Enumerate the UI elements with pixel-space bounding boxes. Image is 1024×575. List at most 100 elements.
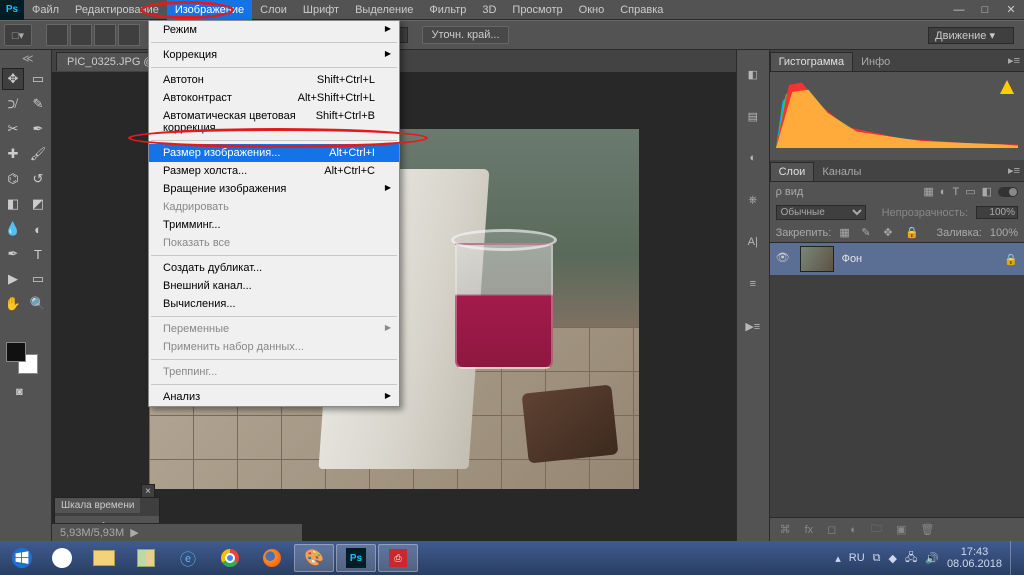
blend-mode-select[interactable]: Обычные [776, 205, 866, 220]
layer-mask-icon[interactable]: ◻ [827, 523, 836, 536]
filter-toggle[interactable] [998, 187, 1018, 197]
pen-tool[interactable]: ✒ [2, 243, 24, 265]
menu-item[interactable]: Анализ▶ [149, 388, 399, 406]
menu-просмотр[interactable]: Просмотр [504, 0, 570, 20]
filter-adjust-icon[interactable]: ◐ [940, 186, 947, 198]
menu-фильтр[interactable]: Фильтр [421, 0, 474, 20]
menu-item[interactable]: Тримминг... [149, 216, 399, 234]
gradient-tool[interactable]: ◩ [27, 193, 49, 215]
taskbar-paint-icon[interactable]: 🎨 [294, 544, 334, 572]
selection-subtract[interactable] [94, 24, 116, 46]
tray-expand-icon[interactable]: ▴ [835, 552, 841, 565]
taskbar-totalcmd-icon[interactable] [126, 544, 166, 572]
taskbar-ie-icon[interactable]: ⓔ [168, 544, 208, 572]
menu-item[interactable]: Автоматическая цветовая коррекцияShift+C… [149, 107, 399, 137]
taskbar-faststone-icon[interactable]: ⎙ [378, 544, 418, 572]
refine-edge-button[interactable]: Уточн. край... [422, 26, 508, 44]
tab-channels[interactable]: Каналы [814, 163, 869, 181]
eraser-tool[interactable]: ◧ [2, 193, 24, 215]
lang-indicator[interactable]: RU [849, 552, 865, 564]
character-panel-icon[interactable]: A| [743, 232, 763, 252]
close-button[interactable]: ✕ [998, 0, 1024, 20]
filter-kind-icon[interactable]: ρ вид [776, 186, 804, 198]
menu-item[interactable]: Коррекция▶ [149, 46, 399, 64]
stamp-tool[interactable]: ⌬ [2, 168, 24, 190]
delete-layer-icon[interactable]: 🗑 [920, 523, 934, 536]
menu-изображение[interactable]: Изображение [167, 0, 252, 20]
visibility-icon[interactable]: 👁 [776, 251, 792, 267]
menu-item[interactable]: Размер изображения...Alt+Ctrl+I [149, 144, 399, 162]
panel-menu-icon[interactable]: ▸≡ [1008, 164, 1020, 177]
taskbar-firefox-icon[interactable] [252, 544, 292, 572]
actions-panel-icon[interactable]: ▶≡ [743, 316, 763, 336]
dodge-tool[interactable]: ◐ [27, 218, 49, 240]
menu-item[interactable]: Режим▶ [149, 21, 399, 39]
move-tool[interactable]: ✥ [2, 68, 24, 90]
minimize-button[interactable]: — [946, 0, 972, 20]
menu-item[interactable]: АвтоконтрастAlt+Shift+Ctrl+L [149, 89, 399, 107]
shape-tool[interactable]: ▭ [27, 268, 49, 290]
opacity-value[interactable]: 100% [976, 206, 1018, 219]
taskbar-explorer-icon[interactable] [84, 544, 124, 572]
styles-panel-icon[interactable]: ⎈ [743, 190, 763, 210]
new-fill-icon[interactable]: ◐ [850, 524, 857, 536]
status-arrow-icon[interactable]: ▶ [130, 526, 138, 539]
taskbar-clock[interactable]: 17:43 08.06.2018 [947, 546, 1002, 570]
taskbar-chrome-icon[interactable] [210, 544, 250, 572]
taskbar-photoshop-icon[interactable]: Ps [336, 544, 376, 572]
filter-smart-icon[interactable]: ◧ [982, 185, 992, 198]
menu-item[interactable]: АвтотонShift+Ctrl+L [149, 71, 399, 89]
tray-network-icon[interactable]: 🖧 [905, 549, 917, 568]
menu-слои[interactable]: Слои [252, 0, 295, 20]
menu-файл[interactable]: Файл [24, 0, 67, 20]
crop-tool[interactable]: ✂ [2, 118, 24, 140]
timeline-close-icon[interactable]: × [141, 484, 155, 498]
filter-pixel-icon[interactable]: ▦ [923, 185, 933, 198]
menu-окно[interactable]: Окно [571, 0, 613, 20]
healing-tool[interactable]: ✚ [2, 143, 24, 165]
type-tool[interactable]: T [27, 243, 49, 265]
paragraph-panel-icon[interactable]: ≡ [743, 274, 763, 294]
swatches-panel-icon[interactable]: ▤ [743, 106, 763, 126]
tab-layers[interactable]: Слои [770, 162, 815, 181]
path-select-tool[interactable]: ▶ [2, 268, 24, 290]
layer-thumbnail[interactable] [800, 246, 834, 272]
menu-item[interactable]: Вращение изображения▶ [149, 180, 399, 198]
panel-menu-icon[interactable]: ▸≡ [1008, 54, 1020, 67]
taskbar-yandex-icon[interactable] [42, 544, 82, 572]
fill-value[interactable]: 100% [990, 227, 1018, 239]
menu-item[interactable]: Создать дубликат... [149, 259, 399, 277]
link-layers-icon[interactable]: ⌘ [780, 523, 791, 536]
selection-intersect[interactable] [118, 24, 140, 46]
toolbox-collapse-icon[interactable]: ≪ [22, 52, 34, 65]
lock-move-icon[interactable]: ✥ [883, 226, 897, 240]
history-brush-tool[interactable]: ↺ [27, 168, 49, 190]
menu-шрифт[interactable]: Шрифт [295, 0, 347, 20]
show-desktop-button[interactable] [1010, 541, 1020, 575]
brush-tool[interactable]: 🖌 [27, 143, 49, 165]
new-layer-icon[interactable]: ▣ [896, 523, 906, 536]
menu-справка[interactable]: Справка [612, 0, 671, 20]
lock-all-icon[interactable]: 🔒 [905, 226, 919, 240]
menu-редактирование[interactable]: Редактирование [67, 0, 167, 20]
tray-volume-icon[interactable]: 🔊 [925, 552, 939, 565]
filter-type-icon[interactable]: T [952, 186, 959, 198]
color-swatches[interactable] [6, 342, 44, 380]
workspace-select[interactable]: Движение ▾ [928, 27, 1014, 44]
lock-pixels-icon[interactable]: ▦ [839, 226, 853, 240]
color-panel-icon[interactable]: ◧ [743, 64, 763, 84]
lock-position-icon[interactable]: ✎ [861, 226, 875, 240]
zoom-tool[interactable]: 🔍 [27, 293, 49, 315]
adjustments-panel-icon[interactable]: ◐ [743, 148, 763, 168]
filter-shape-icon[interactable]: ▭ [965, 185, 975, 198]
tool-preset-icon[interactable]: □▾ [4, 24, 32, 46]
fg-color[interactable] [6, 342, 26, 362]
tab-histogram[interactable]: Гистограмма [770, 52, 854, 71]
layer-row[interactable]: 👁 Фон 🔒 [770, 243, 1024, 275]
blur-tool[interactable]: 💧 [2, 218, 24, 240]
menu-выделение[interactable]: Выделение [347, 0, 421, 20]
tray-icon[interactable]: ⧉ [873, 552, 881, 565]
menu-3d[interactable]: 3D [474, 0, 504, 20]
timeline-tab[interactable]: Шкала времени [55, 498, 140, 513]
selection-new[interactable] [46, 24, 68, 46]
